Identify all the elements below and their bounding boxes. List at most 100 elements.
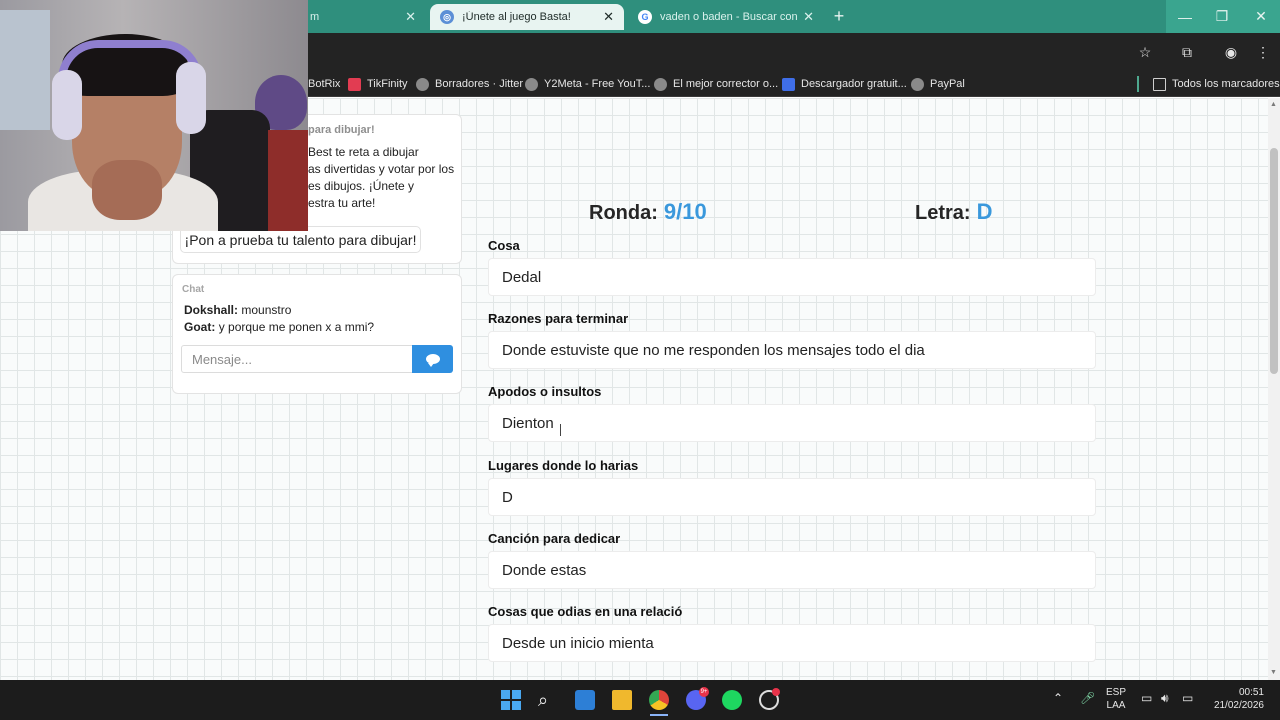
search-icon[interactable]: ⌕	[538, 690, 558, 710]
webcam-overlay	[0, 0, 308, 231]
field-label-cancion: Canción para dedicar	[488, 531, 621, 546]
webcam-hand	[92, 160, 162, 220]
tab-google-search[interactable]: G vaden o baden - Buscar con Google ✕	[628, 4, 824, 30]
info-line: es dibujos. ¡Únete y	[308, 179, 415, 193]
field-label-lugares: Lugares donde lo harias	[488, 458, 639, 473]
bookmark-jitter[interactable]: Borradores · Jitter	[416, 75, 523, 93]
info-line: as divertidas y votar por los	[308, 162, 455, 176]
star-icon[interactable]: ☆	[1136, 43, 1154, 61]
clock-time: 00:51	[1238, 687, 1264, 698]
scroll-up-icon[interactable]: ▲	[1270, 101, 1277, 108]
language-code: ESP	[1106, 687, 1127, 698]
field-label-cosas-odias: Cosas que odias en una relació	[488, 604, 683, 619]
chat-text: y porque me ponen x a mmi?	[218, 320, 375, 334]
tab-title: ¡Únete al juego Basta!	[462, 11, 571, 23]
field-input-cosa[interactable]: Dedal	[488, 258, 1096, 296]
send-message-button[interactable]	[412, 345, 453, 373]
field-input-razones[interactable]: Donde estuviste que no me responden los …	[488, 331, 1096, 369]
letter-indicator: Letra: D	[915, 199, 992, 225]
scroll-down-icon[interactable]: ▼	[1270, 669, 1277, 676]
extensions-icon[interactable]: ⧉	[1178, 43, 1196, 61]
chat-text: mounstro	[241, 303, 292, 317]
all-bookmarks-folder[interactable]: Todos los marcadores	[1153, 75, 1280, 93]
bookmark-label: PayPal	[930, 78, 965, 90]
new-tab-button[interactable]: +	[829, 7, 849, 27]
clock[interactable]: 00:51 21/02/2026	[1212, 686, 1264, 712]
language-indicator[interactable]: ESP LAA	[1106, 686, 1126, 712]
bookmark-botrix[interactable]: BotRix	[308, 75, 340, 93]
close-icon[interactable]: ✕	[405, 9, 416, 25]
tab-title: m	[310, 11, 320, 23]
bookmark-descargador[interactable]: Descargador gratuit...	[782, 75, 907, 93]
close-icon[interactable]: ✕	[603, 9, 614, 25]
field-label-cosa: Cosa	[488, 238, 520, 253]
file-explorer-icon[interactable]	[612, 690, 632, 710]
chat-message-input[interactable]	[181, 345, 413, 373]
chat-user: Goat:	[184, 320, 216, 334]
store-icon[interactable]	[575, 690, 595, 710]
globe-icon	[911, 77, 924, 91]
letter-value: D	[976, 199, 993, 224]
round-value: 9/10	[663, 199, 707, 224]
webcam-headset-right	[176, 62, 206, 134]
chrome-icon[interactable]	[649, 690, 669, 710]
discord-badge: 9+	[699, 687, 709, 697]
info-line: estra tu arte!	[308, 196, 376, 210]
bookmark-label: BotRix	[308, 78, 341, 90]
battery-icon[interactable]: ▭	[1182, 692, 1193, 705]
tikfinity-icon	[348, 77, 361, 91]
field-input-lugares[interactable]: D	[488, 478, 1096, 516]
webcam-red-object	[268, 130, 308, 231]
bookmark-corrector[interactable]: El mejor corrector o...	[654, 75, 778, 93]
info-title: para dibujar!	[308, 124, 375, 136]
notification-dot	[772, 688, 780, 696]
webcam-poster	[0, 10, 50, 130]
close-window-icon[interactable]: ✕	[1242, 0, 1280, 33]
letter-label: Letra:	[915, 202, 971, 224]
chat-card: Chat Dokshall: mounstro Goat: y porque m…	[172, 274, 462, 394]
info-line: Best te reta a dibujar	[308, 145, 419, 159]
spotify-icon[interactable]	[722, 690, 742, 710]
globe-icon	[654, 77, 667, 91]
field-input-cosas-odias[interactable]: Desde un inicio mienta	[488, 624, 1096, 662]
game-favicon-icon: ◎	[440, 10, 454, 24]
minimize-icon[interactable]: —	[1166, 0, 1204, 33]
maximize-icon[interactable]: ❐	[1203, 0, 1241, 33]
bookmark-tikfinity[interactable]: TikFinity	[348, 75, 408, 93]
bookmark-paypal[interactable]: PayPal	[911, 75, 965, 93]
chat-title: Chat	[182, 284, 205, 295]
tab-basta[interactable]: ◎ ¡Únete al juego Basta! ✕	[430, 4, 624, 30]
menu-icon[interactable]: ⋮	[1254, 43, 1272, 61]
bookmarks-separator	[1137, 76, 1139, 92]
volume-icon[interactable]: 🔊︎	[1161, 692, 1169, 705]
google-icon: G	[638, 10, 652, 24]
field-label-razones: Razones para terminar	[488, 311, 629, 326]
field-label-apodos: Apodos o insultos	[488, 384, 602, 399]
chevron-up-icon[interactable]: ⌃	[1053, 692, 1063, 705]
chat-message: Dokshall: mounstro	[184, 303, 291, 317]
folder-icon	[1153, 77, 1166, 91]
field-input-apodos[interactable]: Dienton	[488, 404, 1096, 442]
close-icon[interactable]: ✕	[803, 9, 814, 25]
chat-user: Dokshall:	[184, 303, 239, 317]
download-icon	[782, 77, 795, 91]
field-input-cancion[interactable]: Donde estas	[488, 551, 1096, 589]
bookmark-label: Y2Meta - Free YouT...	[544, 78, 651, 90]
clock-date: 21/02/2026	[1213, 700, 1264, 711]
chat-bubble-icon	[425, 354, 440, 367]
tab-previous[interactable]: m ✕	[300, 4, 426, 30]
network-icon[interactable]: ▭	[1141, 692, 1152, 705]
all-bookmarks-label: Todos los marcadores	[1172, 78, 1280, 90]
chat-message: Goat: y porque me ponen x a mmi?	[184, 320, 374, 334]
scrollbar-thumb[interactable]	[1270, 148, 1278, 374]
bookmark-y2meta[interactable]: Y2Meta - Free YouT...	[525, 75, 650, 93]
chrome-active-indicator	[650, 714, 668, 716]
tab-title: vaden o baden - Buscar con Google	[660, 11, 798, 23]
windows-start-icon[interactable]	[501, 690, 521, 710]
profile-icon[interactable]: ◉	[1222, 43, 1240, 61]
bookmark-label: TikFinity	[367, 78, 408, 90]
text-cursor-icon	[560, 424, 564, 436]
bookmark-label: El mejor corrector o...	[673, 78, 779, 90]
microphone-icon[interactable]: 🎤︎	[1080, 692, 1095, 705]
bookmark-label: Descargador gratuit...	[801, 78, 907, 90]
